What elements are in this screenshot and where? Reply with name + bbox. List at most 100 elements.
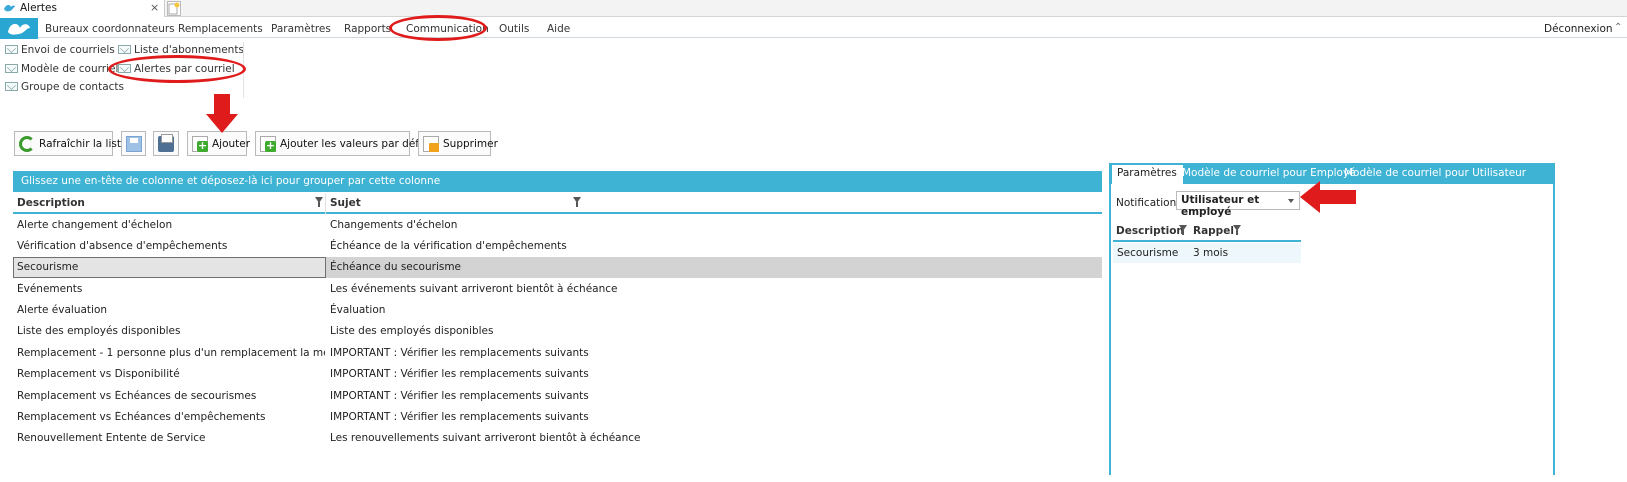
table-row[interactable]: Vérification d'absence d'empêchements Éch… (13, 236, 1102, 257)
cell-sujet: Échéance de la vérification d'empêchemen… (330, 240, 567, 252)
menu-outils[interactable]: Outils (499, 23, 529, 35)
filter-icon[interactable] (1233, 225, 1241, 235)
app-logo-icon (8, 23, 30, 35)
add-button[interactable]: Ajouter (187, 131, 251, 156)
dropdown-arrow-icon (1288, 199, 1294, 203)
menu-rapports[interactable]: Rapports (344, 23, 391, 35)
cell-sujet: IMPORTANT : Vérifier les remplacements s… (330, 411, 589, 423)
add-document-icon (192, 135, 208, 152)
ribbon-label: Liste d'abonnements (134, 44, 244, 56)
envelope-icon (5, 82, 18, 91)
cell-sujet: Liste des employés disponibles (330, 325, 494, 337)
filter-icon[interactable] (315, 197, 323, 207)
grid-header: Description Sujet (13, 194, 1102, 214)
print-button[interactable] (153, 131, 179, 156)
cell-description: Événements (17, 283, 83, 295)
ribbon-modele-courriel[interactable]: Modèle de courriel (5, 63, 118, 75)
table-row[interactable]: Remplacement vs Échéances de secourismes… (13, 386, 1102, 407)
reminder-grid-header: Description Rappel (1113, 222, 1301, 242)
cell-sujet: Changements d'échelon (330, 219, 458, 231)
reminder-row[interactable]: Secourisme 3 mois (1113, 243, 1301, 263)
column-header-description[interactable]: Description (17, 197, 85, 209)
annotation-ellipse-alertes (108, 55, 246, 83)
cell-description: Secourisme (17, 261, 79, 273)
menu-remplacements[interactable]: Remplacements (178, 23, 263, 35)
table-row[interactable]: Alerte changement d'échelon Changements d… (13, 215, 1102, 236)
filter-icon[interactable] (1179, 225, 1187, 235)
table-row[interactable]: Alerte évaluation Évaluation (13, 300, 1102, 321)
refresh-icon (19, 135, 35, 152)
annotation-ellipse-communication (389, 15, 487, 41)
refresh-button[interactable]: Rafraîchir la liste (14, 131, 127, 156)
cell-description: Renouvellement Entente de Service (17, 432, 206, 444)
add-defaults-button[interactable]: Ajouter les valeurs par défaut (255, 131, 436, 156)
cell-description: Remplacement vs Disponibilité (17, 368, 180, 380)
print-icon (158, 133, 174, 152)
window-tabstrip (0, 0, 1627, 17)
cell-sujet: IMPORTANT : Vérifier les remplacements s… (330, 390, 589, 402)
new-tab-icon[interactable] (167, 1, 181, 16)
menu-parametres[interactable]: Paramètres (271, 23, 331, 35)
cell-description: Vérification d'absence d'empêchements (17, 240, 228, 252)
ribbon-groupe-contacts[interactable]: Groupe de contacts (5, 81, 124, 93)
cell-sujet: IMPORTANT : Vérifier les remplacements s… (330, 368, 589, 380)
document-tab-title: Alertes (20, 2, 57, 14)
table-row[interactable]: Remplacement - 1 personne plus d'un remp… (13, 343, 1102, 364)
add-label: Ajouter (212, 137, 251, 150)
cell-description: Alerte évaluation (17, 304, 108, 316)
cell-sujet: Les événements suivant arriveront bientô… (330, 283, 618, 295)
column-divider (325, 194, 326, 214)
ribbon-label: Modèle de courriel (21, 63, 119, 75)
cell-description: Remplacement - 1 personne plus d'un remp… (17, 347, 325, 359)
notification-select[interactable]: Utilisateur et employé (1176, 191, 1300, 218)
envelope-icon (5, 45, 18, 54)
table-row[interactable]: Liste des employés disponibles Liste des … (13, 321, 1102, 342)
cell-description: Secourisme (1117, 247, 1179, 259)
filter-icon[interactable] (573, 197, 581, 207)
annotation-arrow-down-icon (206, 94, 238, 133)
delete-icon (423, 135, 439, 152)
column-header-sujet[interactable]: Sujet (330, 197, 361, 209)
tab-modele-employe[interactable]: Modèle de courriel pour Employé (1182, 167, 1356, 179)
tab-modele-utilisateur[interactable]: Modèle de courriel pour Utilisateur (1344, 167, 1526, 179)
save-button[interactable] (121, 131, 146, 156)
add-defaults-label: Ajouter les valeurs par défaut (280, 137, 437, 150)
envelope-icon (118, 45, 131, 54)
delete-button[interactable]: Supprimer (418, 131, 498, 156)
ribbon-envoi-courriels[interactable]: Envoi de courriels (5, 44, 115, 56)
cell-description: Alerte changement d'échelon (17, 219, 173, 231)
menu-bureaux-coordonnateurs[interactable]: Bureaux coordonnateurs (45, 23, 175, 35)
cell-sujet: IMPORTANT : Vérifier les remplacements s… (330, 347, 589, 359)
cell-sujet: Les renouvellements suivant arriveront b… (330, 432, 641, 444)
cell-rappel: 3 mois (1193, 247, 1229, 259)
annotation-arrow-left-icon (1300, 181, 1356, 213)
notification-label: Notification : (1116, 197, 1184, 209)
document-tab-alertes[interactable]: Alertes × (0, 0, 165, 17)
app-menu-button[interactable] (0, 18, 38, 39)
app-bird-icon (4, 4, 15, 12)
table-row-selected[interactable]: Secourisme Échéance du secourisme (13, 257, 1102, 278)
tab-parametres[interactable]: Paramètres (1112, 165, 1183, 184)
delete-label: Supprimer (443, 137, 498, 150)
logout-link[interactable]: Déconnexion (1544, 23, 1613, 35)
table-row[interactable]: Événements Les événements suivant arriver… (13, 279, 1102, 300)
ribbon-label: Groupe de contacts (21, 81, 124, 93)
ribbon-label: Envoi de courriels (21, 44, 115, 56)
close-tab-icon[interactable]: × (150, 1, 159, 14)
cell-description: Remplacement vs Échéances d'empêchements (17, 411, 266, 423)
envelope-icon (5, 64, 18, 73)
table-row[interactable]: Remplacement vs Disponibilité IMPORTANT :… (13, 364, 1102, 385)
cell-description: Liste des employés disponibles (17, 325, 181, 337)
refresh-label: Rafraîchir la liste (39, 137, 128, 150)
table-row[interactable]: Remplacement vs Échéances d'empêchements… (13, 407, 1102, 428)
cell-sujet: Échéance du secourisme (330, 261, 462, 273)
save-icon (126, 135, 142, 152)
add-document-icon (260, 135, 276, 152)
collapse-ribbon-icon[interactable]: ⌃ (1614, 22, 1622, 33)
column-header-description[interactable]: Description (1116, 225, 1184, 237)
menu-aide[interactable]: Aide (547, 23, 570, 35)
cell-description: Remplacement vs Échéances de secourismes (17, 390, 257, 402)
group-by-panel[interactable]: Glissez une en-tête de colonne et dépose… (13, 171, 1102, 192)
table-row[interactable]: Renouvellement Entente de Service Les ren… (13, 428, 1102, 449)
column-header-rappel[interactable]: Rappel (1193, 225, 1234, 237)
